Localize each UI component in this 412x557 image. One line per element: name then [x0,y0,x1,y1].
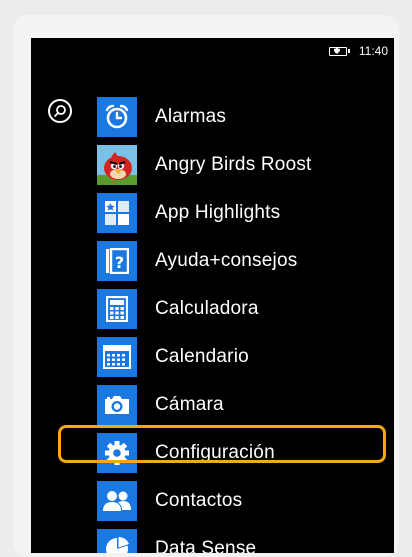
app-highlights-icon [97,193,137,233]
phone-screen: 11:40 Alarmas Angry Birds Roost App High… [31,38,394,553]
people-icon [97,481,137,521]
app-item-ayuda-consejos[interactable]: ? Ayuda+consejos [97,241,387,281]
app-item-calendario[interactable]: Calendario [97,337,387,377]
pie-chart-icon [97,529,137,553]
clock: 11:40 [358,44,388,58]
alarm-clock-icon [97,97,137,137]
battery-charging-icon [328,46,350,56]
search-icon[interactable] [48,99,72,123]
app-label: Calendario [155,346,249,367]
app-item-calculadora[interactable]: Calculadora [97,289,387,329]
help-icon: ? [97,241,137,281]
calculator-icon [97,289,137,329]
app-label: Data Sense [155,538,257,553]
calendar-icon [97,337,137,377]
app-label: Contactos [155,490,243,511]
app-label: App Highlights [155,202,281,223]
app-item-alarmas[interactable]: Alarmas [97,97,387,137]
app-label: Ayuda+consejos [155,250,298,271]
status-bar: 11:40 [328,42,388,60]
camera-icon [97,385,137,425]
app-item-app-highlights[interactable]: App Highlights [97,193,387,233]
app-label: Cámara [155,394,224,415]
app-label: Angry Birds Roost [155,154,312,175]
angry-birds-icon [97,145,137,185]
app-item-angry-birds-roost[interactable]: Angry Birds Roost [97,145,387,185]
app-label: Calculadora [155,298,259,319]
app-label: Alarmas [155,106,227,127]
app-item-camara[interactable]: Cámara [97,385,387,425]
svg-text:?: ? [115,253,124,272]
app-item-contactos[interactable]: Contactos [97,481,387,521]
highlight-box-configuracion [58,425,386,463]
app-item-data-sense[interactable]: Data Sense [97,529,387,553]
